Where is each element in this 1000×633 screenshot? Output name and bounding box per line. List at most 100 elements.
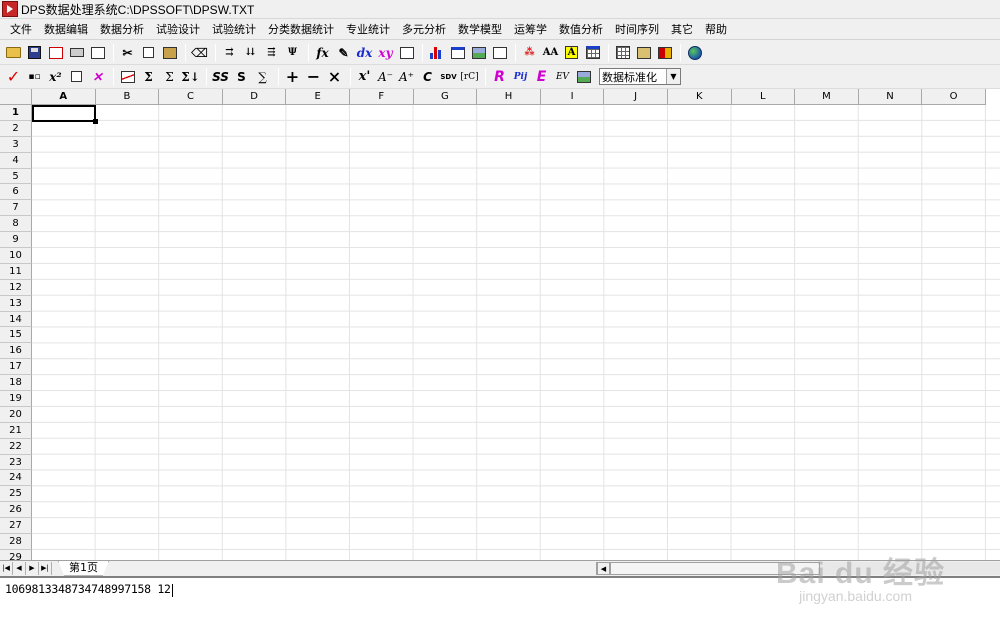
column-header[interactable]: O — [922, 89, 986, 105]
row-header[interactable]: 19 — [0, 391, 32, 407]
column-header[interactable]: C — [159, 89, 223, 105]
spreadsheet-grid[interactable]: A B C D E F G H I J K L M N O 1 2 3 4 5 … — [0, 89, 1000, 560]
line-chart-button[interactable] — [118, 67, 137, 86]
active-cell-a1[interactable] — [32, 105, 98, 124]
function-button[interactable]: fx — [313, 43, 332, 62]
r-button[interactable]: R — [490, 67, 509, 86]
row-header[interactable]: 12 — [0, 279, 32, 296]
web-button[interactable] — [685, 43, 704, 62]
select-button[interactable] — [67, 67, 86, 86]
sigma-two-button[interactable]: Σ — [160, 67, 179, 86]
a-plus-button[interactable]: A⁺ — [397, 67, 416, 86]
row-header[interactable]: 21 — [0, 422, 32, 439]
a-minus-button[interactable]: A⁻ — [376, 67, 395, 86]
row-header[interactable]: 1 — [0, 105, 32, 121]
menu-multivariate[interactable]: 多元分析 — [396, 21, 452, 39]
column-header[interactable]: K — [667, 89, 732, 105]
xy-button[interactable]: xy — [376, 43, 395, 62]
sigma-one-button[interactable]: Σ — [139, 67, 158, 86]
row-header[interactable]: 17 — [0, 359, 32, 376]
ss-button[interactable]: SS — [211, 67, 230, 86]
column-header[interactable]: F — [349, 89, 414, 105]
picture-button[interactable] — [574, 67, 593, 86]
row-header[interactable]: 16 — [0, 343, 32, 360]
check-button[interactable]: ✓ — [4, 67, 23, 86]
menu-help[interactable]: 帮助 — [699, 21, 733, 39]
row-header[interactable]: 7 — [0, 200, 32, 217]
a-box-button[interactable]: A — [562, 43, 581, 62]
menu-professional-stats[interactable]: 专业统计 — [340, 21, 396, 39]
window-button[interactable] — [448, 43, 467, 62]
column-header[interactable]: E — [286, 89, 350, 105]
last-sheet-button[interactable]: ▶| — [39, 561, 52, 575]
grid-button[interactable] — [613, 43, 632, 62]
copy-button[interactable] — [139, 43, 158, 62]
edit-button[interactable] — [397, 43, 416, 62]
row-header[interactable]: 20 — [0, 406, 32, 423]
text-button[interactable] — [490, 43, 509, 62]
row-header[interactable]: 3 — [0, 136, 32, 153]
eraser-button[interactable]: ⌫ — [190, 43, 209, 62]
dots-button[interactable]: ⁂ — [520, 43, 539, 62]
menu-file[interactable]: 文件 — [4, 21, 38, 39]
ev-button[interactable]: EV — [553, 67, 572, 86]
row-header[interactable]: 8 — [0, 216, 32, 233]
row-header[interactable]: 11 — [0, 263, 32, 280]
print-button[interactable] — [67, 43, 86, 62]
row-header[interactable]: 9 — [0, 232, 32, 249]
bar-chart-button[interactable] — [427, 43, 446, 62]
sigma-down-button[interactable]: Σ↓ — [181, 67, 200, 86]
column-header[interactable]: B — [95, 89, 160, 105]
open-button[interactable] — [4, 43, 23, 62]
row-header[interactable]: 13 — [0, 295, 32, 312]
prev-sheet-button[interactable]: ◀ — [13, 561, 26, 575]
insert-row-button[interactable]: ⇉ — [220, 43, 239, 62]
sum-button[interactable]: ∑ — [253, 67, 272, 86]
save-as-button[interactable] — [46, 43, 65, 62]
row-header[interactable]: 6 — [0, 184, 32, 201]
row-header[interactable]: 10 — [0, 248, 32, 264]
menu-other[interactable]: 其它 — [665, 21, 699, 39]
trc-button[interactable]: [rC] — [460, 67, 479, 86]
next-sheet-button[interactable]: ▶ — [26, 561, 39, 575]
wand-button[interactable]: ✎ — [334, 43, 353, 62]
save-button[interactable] — [25, 43, 44, 62]
cut-button[interactable]: ✂ — [118, 43, 137, 62]
row-header[interactable]: 15 — [0, 327, 32, 344]
row-header[interactable]: 2 — [0, 120, 32, 137]
scroll-left-arrow-icon[interactable]: ◀ — [597, 562, 610, 575]
column-header[interactable]: H — [477, 89, 541, 105]
menu-math-model[interactable]: 数学模型 — [452, 21, 508, 39]
menu-experiment-design[interactable]: 试验设计 — [150, 21, 206, 39]
sdv-button[interactable]: SDV — [439, 67, 458, 86]
define-button[interactable]: ▪▫ — [25, 67, 44, 86]
book-button[interactable] — [655, 43, 674, 62]
column-header[interactable]: D — [222, 89, 287, 105]
row-header[interactable]: 29 — [0, 549, 32, 560]
menu-time-series[interactable]: 时间序列 — [609, 21, 665, 39]
font-button[interactable]: AA — [541, 43, 560, 62]
c-button[interactable]: C — [418, 67, 437, 86]
row-header[interactable]: 18 — [0, 375, 32, 392]
menu-numerical-analysis[interactable]: 数值分析 — [553, 21, 609, 39]
table-button[interactable] — [583, 43, 602, 62]
row-header[interactable]: 5 — [0, 168, 32, 185]
menu-categorical-stats[interactable]: 分类数据统计 — [262, 21, 340, 39]
column-header[interactable]: G — [413, 89, 478, 105]
subtract-button[interactable]: − — [304, 67, 323, 86]
row-header[interactable]: 25 — [0, 486, 32, 503]
delete-column-button[interactable]: Ψ — [283, 43, 302, 62]
sheet-tab-1[interactable]: 第1页 — [58, 560, 109, 576]
chevron-down-icon[interactable]: ▼ — [666, 69, 680, 84]
first-sheet-button[interactable]: |◀ — [0, 561, 13, 575]
camera-button[interactable] — [634, 43, 653, 62]
menu-experiment-stats[interactable]: 试验统计 — [206, 21, 262, 39]
insert-column-button[interactable]: ⇊ — [241, 43, 260, 62]
print-preview-button[interactable] — [88, 43, 107, 62]
column-header[interactable]: I — [540, 89, 605, 105]
paste-button[interactable] — [160, 43, 179, 62]
menu-operations-research[interactable]: 运筹学 — [508, 21, 553, 39]
power-button[interactable]: x' — [355, 67, 374, 86]
menu-data-analysis[interactable]: 数据分析 — [94, 21, 150, 39]
row-header[interactable]: 4 — [0, 152, 32, 169]
